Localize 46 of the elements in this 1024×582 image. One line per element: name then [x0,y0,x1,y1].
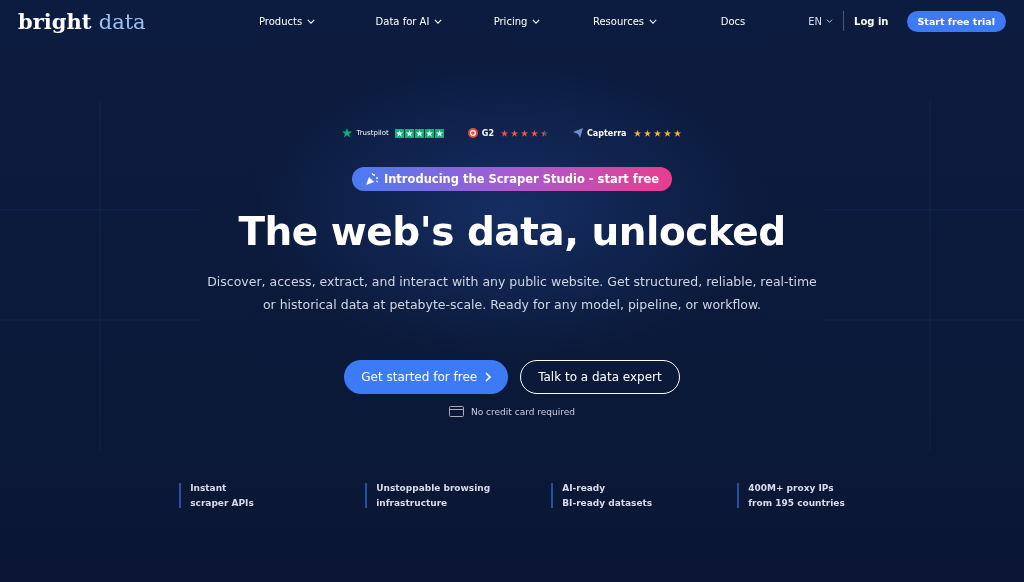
party-popper-icon [364,172,379,186]
feature-item: Unstoppable browsing infrastructure [365,483,527,508]
nav-link[interactable]: Resources [571,15,679,27]
feature-item: AI-ready BI-ready datasets [551,483,713,508]
star-icon [519,128,529,138]
chevron-down-icon [532,18,541,24]
chevron-down-icon [434,18,443,24]
subheadline: Discover, access, extract, and interact with any public website. Get structured, reliable, real-time or historical data at petabyte-scale. Ready for any model, pipeline, or workflow. [206,273,818,314]
star-icon [414,128,424,138]
headline: The web's data, unlocked [238,209,786,254]
star-icon [539,128,549,138]
get-started-button[interactable]: Get started for free [344,360,509,394]
credit-card-icon [449,406,464,417]
rating-source: Capterra [586,128,627,138]
login-link[interactable]: Log in [854,15,889,27]
start-trial-button[interactable]: Start free trial [906,10,1006,32]
rating-source: G2 [481,128,494,138]
announcement-banner[interactable]: Introducing the Scraper Studio - start free [351,167,673,191]
g2-logo-icon [467,128,478,138]
nav-link[interactable]: Docs [679,15,787,27]
star-icon [509,128,519,138]
chevron-right-icon [485,372,492,382]
nav-link[interactable]: Products [259,15,355,27]
arrow-icon [572,128,583,138]
star-icon [342,128,353,138]
chevron-down-icon [307,18,316,24]
logo[interactable]: bright data [18,8,243,34]
no-credit-card-note: No credit card required [471,406,575,417]
language-selector[interactable]: EN [808,15,834,27]
feature-item: 400M+ proxy IPs from 195 countries [737,483,845,508]
star-icon [434,128,444,138]
star-icon [499,128,509,138]
nav-link[interactable]: Pricing [463,15,571,27]
star-icon [642,128,652,138]
chevron-down-icon [649,18,658,24]
star-icon [404,128,414,138]
star-icon [672,128,682,138]
chevron-down-icon [826,19,834,23]
nav-link[interactable]: Data for AI [355,15,463,27]
star-icon [394,128,404,138]
feature-item: Instant scraper APIs [179,483,341,508]
star-icon [424,128,434,138]
star-icon [529,128,539,138]
star-icon [662,128,672,138]
star-icon [652,128,662,138]
star-icon [632,128,642,138]
